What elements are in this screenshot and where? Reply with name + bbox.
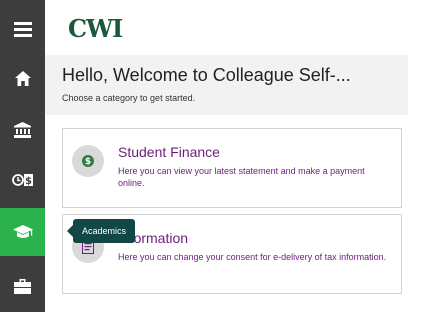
menu-button[interactable] [0,10,45,48]
timecard-icon: $ [11,174,33,187]
nav-rail: $ [0,0,45,312]
card-description: Here you can view your latest statement … [118,166,365,188]
dollar-icon: $ [82,155,94,167]
briefcase-icon [14,278,31,294]
nav-employee[interactable] [0,266,45,306]
bank-icon [14,122,31,138]
nav-time-entry[interactable]: $ [0,160,45,200]
graduation-cap-icon [12,225,33,238]
tooltip-label: Academics [82,226,127,236]
menu-icon [13,22,32,37]
category-card-student-finance[interactable]: $ Student Finance Here you can view your… [62,128,402,208]
page-subtitle: Choose a category to get started. [62,93,196,103]
nav-academics[interactable] [0,208,45,256]
svg-text:$: $ [85,157,91,167]
welcome-banner: Hello, Welcome to Colleague Self-... Cho… [45,55,408,115]
tooltip-arrow [67,225,73,237]
cwi-logo[interactable]: CWI [68,14,123,43]
nav-home[interactable] [0,58,45,98]
card-description: Here you can change your consent for e-d… [118,252,387,262]
nav-finance[interactable] [0,110,45,150]
nav-tooltip: Academics [67,219,136,243]
home-icon [14,70,31,86]
card-title[interactable]: Student Finance [118,144,220,160]
page-title: Hello, Welcome to Colleague Self-... [62,65,351,85]
card-icon-circle: $ [72,145,104,177]
svg-text:$: $ [25,176,32,187]
